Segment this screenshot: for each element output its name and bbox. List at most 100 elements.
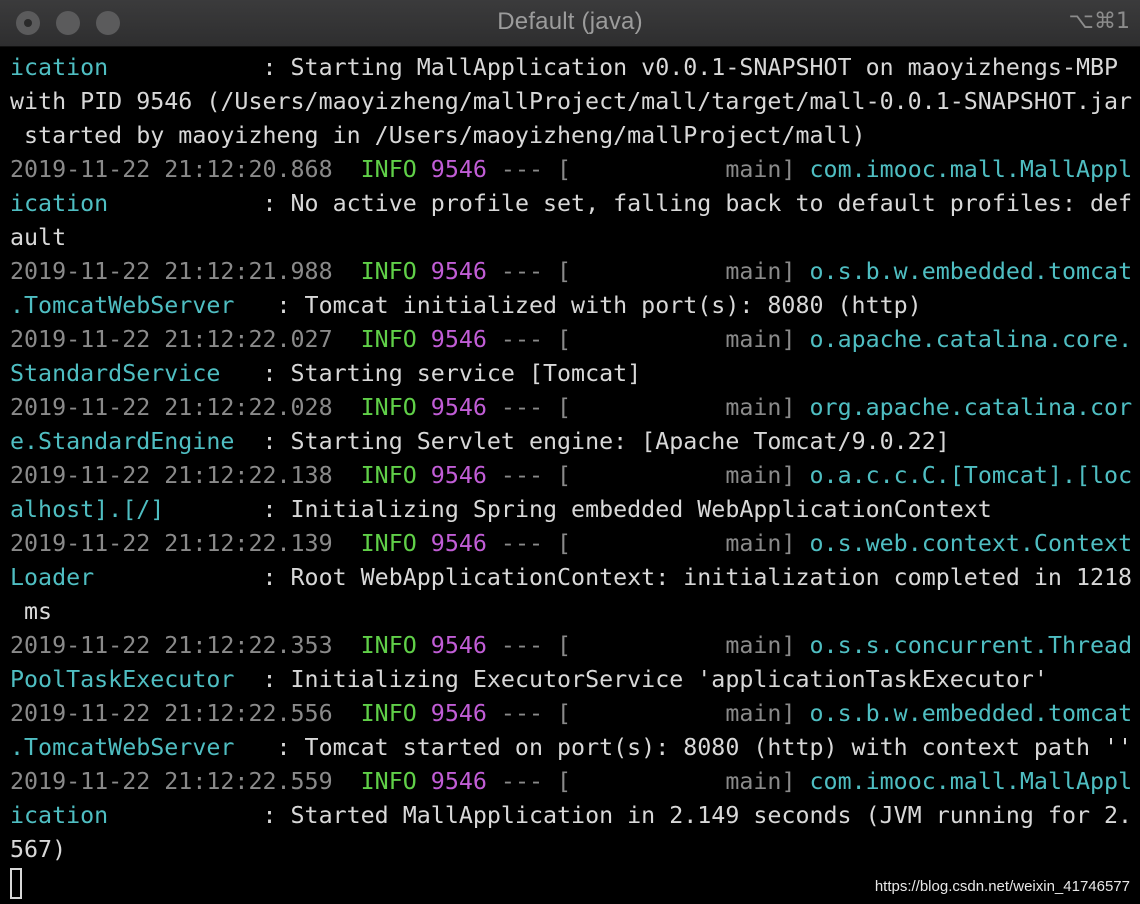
log-logger-name: ication (10, 190, 249, 217)
log-pid: 9546 (430, 258, 487, 285)
log-logger-name: .TomcatWebServer (10, 292, 263, 319)
log-timestamp: 2019-11-22 21:12:22.138 (10, 462, 361, 489)
log-message: : Starting Servlet engine: [Apache Tomca… (248, 428, 950, 455)
log-thread: --- [ main] (486, 462, 810, 489)
log-logger-name: ication (10, 54, 249, 81)
terminal-line: 2019-11-22 21:12:22.139 INFO 9546 --- [ … (10, 527, 1140, 561)
terminal-line: ms (10, 595, 1140, 629)
terminal-line: 2019-11-22 21:12:22.559 INFO 9546 --- [ … (10, 765, 1140, 799)
log-level: INFO (360, 258, 431, 285)
log-logger-name: ication (10, 802, 249, 829)
log-timestamp: 2019-11-22 21:12:22.139 (10, 530, 361, 557)
log-level: INFO (360, 462, 431, 489)
log-message: ms (10, 598, 53, 625)
log-message: : Root WebApplicationContext: initializa… (248, 564, 1133, 591)
log-thread: --- [ main] (486, 394, 810, 421)
log-logger-name: e.StandardEngine (10, 428, 249, 455)
log-level: INFO (360, 700, 431, 727)
log-timestamp: 2019-11-22 21:12:22.559 (10, 768, 361, 795)
log-logger-name: o.apache.catalina.core. (809, 326, 1133, 353)
log-logger-name: StandardService (10, 360, 249, 387)
log-message: : Started MallApplication in 2.149 secon… (248, 802, 1133, 829)
log-thread: --- [ main] (486, 700, 810, 727)
log-message: : Tomcat started on port(s): 8080 (http)… (262, 734, 1133, 761)
terminal-output[interactable]: ication : Starting MallApplication v0.0.… (10, 51, 1140, 901)
log-logger-name: o.s.b.w.embedded.tomcat (809, 700, 1133, 727)
terminal-line: ication : Starting MallApplication v0.0.… (10, 51, 1140, 85)
log-logger-name: PoolTaskExecutor (10, 666, 249, 693)
log-pid: 9546 (430, 326, 487, 353)
log-timestamp: 2019-11-22 21:12:21.988 (10, 258, 361, 285)
terminal-line: 2019-11-22 21:12:20.868 INFO 9546 --- [ … (10, 153, 1140, 187)
terminal-line: ication : Started MallApplication in 2.1… (10, 799, 1140, 833)
log-thread: --- [ main] (486, 632, 810, 659)
log-message: 567) (10, 836, 67, 863)
log-pid: 9546 (430, 394, 487, 421)
window-shortcut: ⌥⌘1 (1068, 9, 1130, 34)
terminal-line: 2019-11-22 21:12:22.138 INFO 9546 --- [ … (10, 459, 1140, 493)
log-timestamp: 2019-11-22 21:12:22.556 (10, 700, 361, 727)
terminal-line: 2019-11-22 21:12:22.027 INFO 9546 --- [ … (10, 323, 1140, 357)
log-level: INFO (360, 530, 431, 557)
log-logger-name: com.imooc.mall.MallAppl (809, 156, 1133, 183)
log-pid: 9546 (430, 700, 487, 727)
log-thread: --- [ main] (486, 258, 810, 285)
log-message: : Starting MallApplication v0.0.1-SNAPSH… (248, 54, 1119, 81)
log-message: started by maoyizheng in /Users/maoyizhe… (10, 122, 866, 149)
log-thread: --- [ main] (486, 530, 810, 557)
log-message: : Starting service [Tomcat] (248, 360, 642, 387)
terminal-line: with PID 9546 (/Users/maoyizheng/mallPro… (10, 85, 1140, 119)
log-pid: 9546 (430, 632, 487, 659)
terminal-line: .TomcatWebServer : Tomcat initialized wi… (10, 289, 1140, 323)
terminal-line: .TomcatWebServer : Tomcat started on por… (10, 731, 1140, 765)
log-message: with PID 9546 (/Users/maoyizheng/mallPro… (10, 88, 1133, 115)
terminal-line: ication : No active profile set, falling… (10, 187, 1140, 221)
log-pid: 9546 (430, 156, 487, 183)
terminal-line: Loader : Root WebApplicationContext: ini… (10, 561, 1140, 595)
log-message: ault (10, 224, 67, 251)
log-level: INFO (360, 768, 431, 795)
log-timestamp: 2019-11-22 21:12:20.868 (10, 156, 361, 183)
terminal-line: ault (10, 221, 1140, 255)
terminal-line: alhost].[/] : Initializing Spring embedd… (10, 493, 1140, 527)
terminal-line: PoolTaskExecutor : Initializing Executor… (10, 663, 1140, 697)
terminal-line: 2019-11-22 21:12:22.353 INFO 9546 --- [ … (10, 629, 1140, 663)
window-title: Default (java) (497, 8, 643, 35)
log-timestamp: 2019-11-22 21:12:22.353 (10, 632, 361, 659)
log-logger-name: Loader (10, 564, 249, 591)
log-logger-name: com.imooc.mall.MallAppl (809, 768, 1133, 795)
terminal-window: Default (java) ⌥⌘1 ication : Starting Ma… (0, 0, 1140, 904)
log-level: INFO (360, 156, 431, 183)
log-thread: --- [ main] (486, 326, 810, 353)
log-logger-name: .TomcatWebServer (10, 734, 263, 761)
terminal-line: 2019-11-22 21:12:22.028 INFO 9546 --- [ … (10, 391, 1140, 425)
terminal-line: 2019-11-22 21:12:21.988 INFO 9546 --- [ … (10, 255, 1140, 289)
log-message: : No active profile set, falling back to… (248, 190, 1133, 217)
log-logger-name: o.s.web.context.Context (809, 530, 1133, 557)
terminal-line: 2019-11-22 21:12:22.556 INFO 9546 --- [ … (10, 697, 1140, 731)
log-pid: 9546 (430, 462, 487, 489)
log-message: : Initializing ExecutorService 'applicat… (248, 666, 1048, 693)
watermark: https://blog.csdn.net/weixin_41746577 (874, 878, 1130, 895)
title-bar[interactable]: Default (java) ⌥⌘1 (0, 0, 1140, 47)
log-message: : Tomcat initialized with port(s): 8080 … (262, 292, 922, 319)
terminal-line: 567) (10, 833, 1140, 867)
terminal-line: e.StandardEngine : Starting Servlet engi… (10, 425, 1140, 459)
log-level: INFO (360, 632, 431, 659)
text-cursor (10, 868, 22, 899)
terminal-line: StandardService : Starting service [Tomc… (10, 357, 1140, 391)
log-timestamp: 2019-11-22 21:12:22.028 (10, 394, 361, 421)
log-thread: --- [ main] (486, 156, 810, 183)
log-logger-name: org.apache.catalina.cor (809, 394, 1133, 421)
log-message: : Initializing Spring embedded WebApplic… (248, 496, 992, 523)
log-logger-name: alhost].[/] (10, 496, 249, 523)
log-thread: --- [ main] (486, 768, 810, 795)
log-logger-name: o.s.s.concurrent.Thread (809, 632, 1133, 659)
log-level: INFO (360, 326, 431, 353)
log-level: INFO (360, 394, 431, 421)
terminal-line: started by maoyizheng in /Users/maoyizhe… (10, 119, 1140, 153)
log-pid: 9546 (430, 768, 487, 795)
log-timestamp: 2019-11-22 21:12:22.027 (10, 326, 361, 353)
log-logger-name: o.a.c.c.C.[Tomcat].[loc (809, 462, 1133, 489)
log-pid: 9546 (430, 530, 487, 557)
